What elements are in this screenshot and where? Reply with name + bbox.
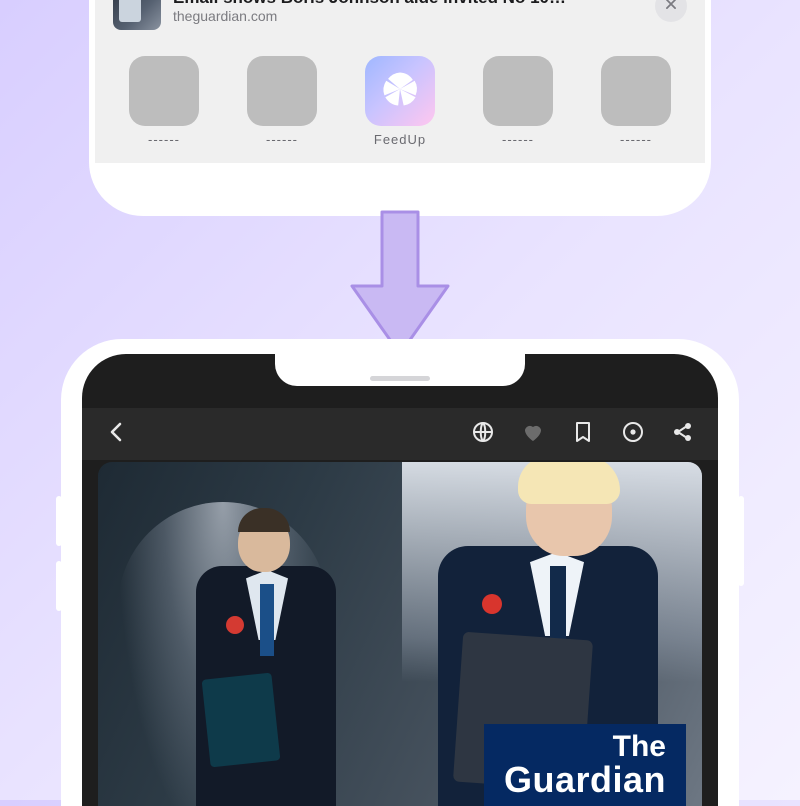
phone-side-button — [738, 496, 744, 586]
share-app-placeholder[interactable]: ------ — [119, 56, 209, 147]
phone-mockup-app: The Guardian — [68, 346, 732, 806]
share-thumbnail — [113, 0, 161, 30]
share-title: Email shows Boris Johnson aide invited N… — [173, 0, 643, 8]
favorite-button[interactable] — [520, 421, 546, 447]
share-nodes-icon — [671, 420, 695, 449]
close-icon — [664, 0, 678, 16]
share-button[interactable] — [670, 421, 696, 447]
back-button[interactable] — [104, 421, 130, 447]
app-label: ------ — [502, 132, 534, 147]
brand-line1: The — [504, 732, 666, 762]
reader-button[interactable] — [620, 421, 646, 447]
publication-brand: The Guardian — [484, 724, 686, 806]
bookmark-icon — [571, 420, 595, 449]
app-topbar — [82, 408, 718, 460]
app-label: ------ — [266, 132, 298, 147]
feedup-app-icon — [365, 56, 435, 126]
brand-line2: Guardian — [504, 762, 666, 798]
share-domain: theguardian.com — [173, 8, 643, 24]
phone-mockup-share: Email shows Boris Johnson aide invited N… — [95, 0, 705, 210]
phone-side-button — [56, 561, 62, 611]
globe-button[interactable] — [470, 421, 496, 447]
app-icon-placeholder — [247, 56, 317, 126]
app-label: ------ — [148, 132, 180, 147]
app-screen: The Guardian — [82, 354, 718, 806]
share-sheet: Email shows Boris Johnson aide invited N… — [95, 0, 705, 163]
phone-notch — [275, 354, 525, 386]
pinwheel-icon — [378, 67, 422, 116]
image-figure — [176, 506, 346, 806]
share-app-feedup[interactable]: FeedUp — [355, 56, 445, 147]
share-link-row[interactable]: Email shows Boris Johnson aide invited N… — [113, 0, 687, 30]
share-app-placeholder[interactable]: ------ — [473, 56, 563, 147]
phone-side-button — [56, 496, 62, 546]
bookmark-button[interactable] — [570, 421, 596, 447]
chevron-left-icon — [105, 420, 129, 449]
app-label: FeedUp — [374, 132, 426, 147]
article-hero-image[interactable]: The Guardian — [98, 462, 702, 806]
close-button[interactable] — [655, 0, 687, 22]
app-icon-placeholder — [601, 56, 671, 126]
share-app-placeholder[interactable]: ------ — [591, 56, 681, 147]
share-text: Email shows Boris Johnson aide invited N… — [173, 0, 643, 24]
share-app-row: ------ ------ — [113, 30, 687, 157]
target-icon — [621, 420, 645, 449]
globe-icon — [471, 420, 495, 449]
share-app-placeholder[interactable]: ------ — [237, 56, 327, 147]
app-icon-placeholder — [483, 56, 553, 126]
heart-icon — [521, 420, 545, 449]
app-icon-placeholder — [129, 56, 199, 126]
app-label: ------ — [620, 132, 652, 147]
flow-arrow — [340, 208, 460, 358]
